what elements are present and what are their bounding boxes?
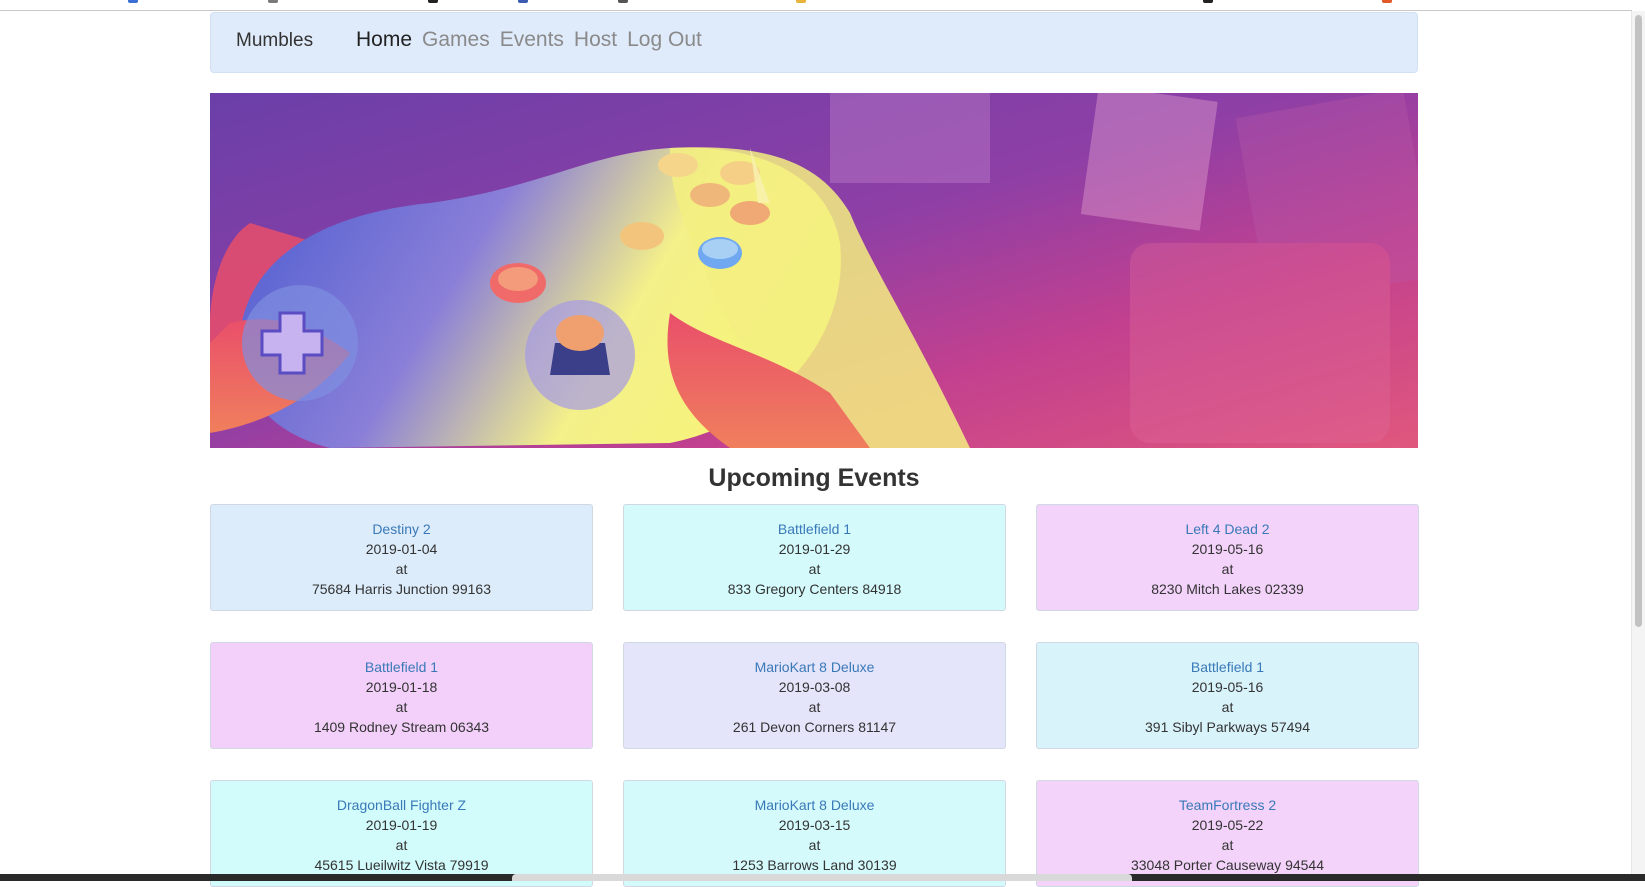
- event-at-label: at: [211, 559, 592, 579]
- event-card: Battlefield 1 2019-05-16 at 391 Sibyl Pa…: [1036, 642, 1419, 749]
- event-game-link[interactable]: Battlefield 1: [624, 519, 1005, 539]
- os-taskbar: [0, 874, 1645, 881]
- dock: [512, 874, 1132, 881]
- event-at-label: at: [624, 697, 1005, 717]
- events-grid: Destiny 2 2019-01-04 at 75684 Harris Jun…: [210, 504, 1418, 887]
- event-at-label: at: [1037, 697, 1418, 717]
- event-game-link[interactable]: Destiny 2: [211, 519, 592, 539]
- event-card: MarioKart 8 Deluxe 2019-03-15 at 1253 Ba…: [623, 780, 1006, 887]
- event-date: 2019-03-08: [624, 677, 1005, 697]
- event-address: 75684 Harris Junction 99163: [211, 579, 592, 599]
- event-address: 45615 Lueilwitz Vista 79919: [211, 855, 592, 875]
- event-date: 2019-01-18: [211, 677, 592, 697]
- event-game-link[interactable]: Left 4 Dead 2: [1037, 519, 1418, 539]
- event-game-link[interactable]: DragonBall Fighter Z: [211, 795, 592, 815]
- event-date: 2019-01-19: [211, 815, 592, 835]
- event-at-label: at: [1037, 559, 1418, 579]
- nav-logout[interactable]: Log Out: [627, 28, 702, 52]
- event-game-link[interactable]: TeamFortress 2: [1037, 795, 1418, 815]
- hero-banner-image: [210, 93, 1418, 448]
- event-at-label: at: [1037, 835, 1418, 855]
- event-card: TeamFortress 2 2019-05-22 at 33048 Porte…: [1036, 780, 1419, 887]
- event-at-label: at: [624, 835, 1005, 855]
- event-address: 8230 Mitch Lakes 02339: [1037, 579, 1418, 599]
- event-at-label: at: [211, 835, 592, 855]
- nav-home[interactable]: Home: [356, 28, 412, 52]
- event-date: 2019-05-22: [1037, 815, 1418, 835]
- event-card: Destiny 2 2019-01-04 at 75684 Harris Jun…: [210, 504, 593, 611]
- browser-top-strip: [0, 0, 1632, 11]
- event-address: 391 Sibyl Parkways 57494: [1037, 717, 1418, 737]
- event-at-label: at: [624, 559, 1005, 579]
- nav-games[interactable]: Games: [422, 28, 490, 52]
- event-card: DragonBall Fighter Z 2019-01-19 at 45615…: [210, 780, 593, 887]
- brand-logo[interactable]: Mumbles: [236, 30, 313, 52]
- event-address: 833 Gregory Centers 84918: [624, 579, 1005, 599]
- event-address: 33048 Porter Causeway 94544: [1037, 855, 1418, 875]
- event-date: 2019-03-15: [624, 815, 1005, 835]
- event-card: Left 4 Dead 2 2019-05-16 at 8230 Mitch L…: [1036, 504, 1419, 611]
- event-date: 2019-05-16: [1037, 677, 1418, 697]
- vertical-scrollbar[interactable]: [1631, 11, 1645, 875]
- event-at-label: at: [211, 697, 592, 717]
- nav-links: Home Games Events Host Log Out: [356, 28, 702, 52]
- upcoming-events-title: Upcoming Events: [210, 464, 1418, 493]
- event-game-link[interactable]: Battlefield 1: [1037, 657, 1418, 677]
- top-navbar: Mumbles Home Games Events Host Log Out: [210, 12, 1418, 73]
- event-game-link[interactable]: MarioKart 8 Deluxe: [624, 657, 1005, 677]
- event-address: 1253 Barrows Land 30139: [624, 855, 1005, 875]
- event-game-link[interactable]: MarioKart 8 Deluxe: [624, 795, 1005, 815]
- nav-events[interactable]: Events: [500, 28, 564, 52]
- event-date: 2019-05-16: [1037, 539, 1418, 559]
- scrollbar-thumb[interactable]: [1635, 15, 1642, 627]
- event-card: MarioKart 8 Deluxe 2019-03-08 at 261 Dev…: [623, 642, 1006, 749]
- event-address: 1409 Rodney Stream 06343: [211, 717, 592, 737]
- event-card: Battlefield 1 2019-01-29 at 833 Gregory …: [623, 504, 1006, 611]
- event-date: 2019-01-04: [211, 539, 592, 559]
- event-date: 2019-01-29: [624, 539, 1005, 559]
- event-card: Battlefield 1 2019-01-18 at 1409 Rodney …: [210, 642, 593, 749]
- event-game-link[interactable]: Battlefield 1: [211, 657, 592, 677]
- event-address: 261 Devon Corners 81147: [624, 717, 1005, 737]
- nav-host[interactable]: Host: [574, 28, 617, 52]
